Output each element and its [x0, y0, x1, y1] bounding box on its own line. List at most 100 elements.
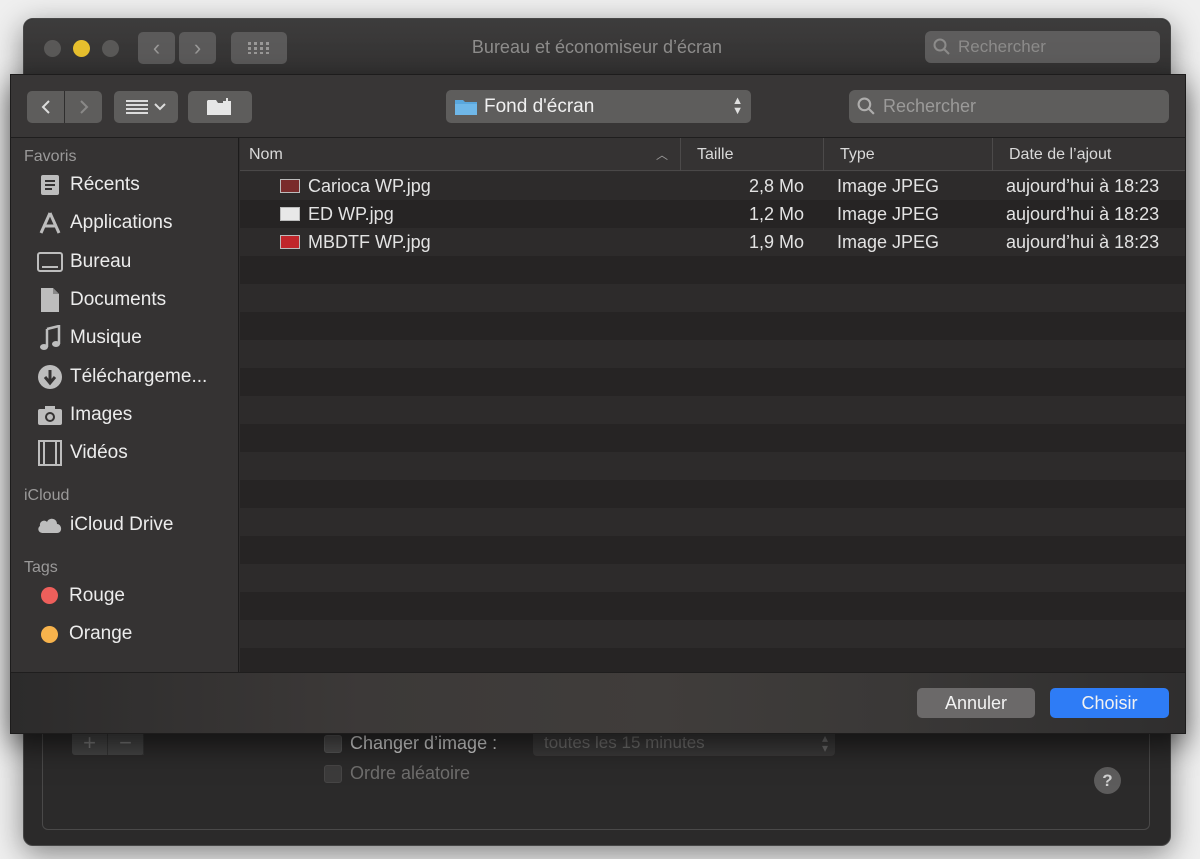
prefs-search-field[interactable]: Rechercher: [925, 31, 1160, 63]
jpeg-thumbnail-icon: [280, 235, 300, 249]
sidebar-item-desktop[interactable]: Bureau: [11, 243, 238, 281]
column-header-size[interactable]: Taille: [681, 138, 824, 171]
search-placeholder: Rechercher: [958, 37, 1046, 56]
sidebar-item-music[interactable]: Musique: [11, 319, 238, 357]
column-header-name[interactable]: Nom ︿: [240, 138, 681, 171]
random-order-label: Ordre aléatoire: [350, 763, 471, 783]
sidebar-item-label: Récents: [70, 174, 140, 196]
empty-row: [240, 592, 1185, 620]
orange-tag-dot: [41, 625, 58, 643]
sidebar-item-applications[interactable]: Applications: [11, 204, 238, 242]
file-date: aujourd’hui à 18:23: [1006, 175, 1160, 196]
file-size: 1,2 Mo: [749, 203, 805, 224]
sidebar-item-label: Documents: [70, 289, 167, 311]
location-popup[interactable]: Fond d'écran ▲ ▼: [446, 90, 751, 123]
film-icon: [36, 439, 64, 467]
empty-row: [240, 648, 1185, 674]
empty-row: [240, 424, 1185, 452]
search-placeholder: Rechercher: [883, 96, 977, 116]
file-row[interactable]: MBDTF WP.jpg 1,9 Mo Image JPEG aujourd’h…: [240, 228, 1185, 256]
file-name: ED WP.jpg: [308, 203, 394, 224]
empty-row: [240, 312, 1185, 340]
list-view-icon: [126, 100, 148, 114]
sidebar-item-label: iCloud Drive: [70, 513, 174, 535]
chevron-down-icon: [154, 103, 166, 111]
remove-folder-button[interactable]: −: [108, 730, 144, 755]
sidebar-item-label: Orange: [69, 623, 133, 645]
column-header-type[interactable]: Type: [824, 138, 993, 171]
column-label: Taille: [697, 145, 734, 163]
empty-row: [240, 564, 1185, 592]
chevron-right-icon: [79, 100, 88, 114]
random-order-option[interactable]: Ordre aléatoire: [324, 763, 470, 784]
favorites-heading: Favoris: [24, 148, 77, 165]
random-order-checkbox[interactable]: [324, 764, 342, 783]
forward-button[interactable]: [65, 91, 102, 123]
file-size: 1,9 Mo: [749, 231, 805, 252]
file-type: Image JPEG: [837, 175, 940, 196]
new-folder-button[interactable]: [188, 91, 252, 123]
dialog-toolbar: Fond d'écran ▲ ▼ Rechercher: [11, 75, 1185, 138]
sort-ascending-icon: ︿: [655, 148, 668, 162]
view-options-button[interactable]: [114, 91, 178, 123]
updown-arrows-icon: ▴ ▾: [821, 731, 828, 755]
column-header-row: Nom ︿ Taille Type Date de l’ajout: [240, 138, 1185, 171]
sidebar-item-tag-red[interactable]: Rouge: [11, 577, 238, 615]
file-name: Carioca WP.jpg: [308, 175, 431, 196]
sidebar-item-videos[interactable]: Vidéos: [11, 434, 238, 472]
column-label: Nom: [249, 145, 283, 163]
tags-heading: Tags: [24, 558, 58, 576]
camera-icon: [36, 401, 64, 429]
change-image-label: Changer d’image :: [350, 733, 498, 753]
change-image-option[interactable]: Changer d’image :: [324, 733, 497, 754]
location-label: Fond d'écran: [484, 95, 595, 117]
sidebar-item-label: Applications: [70, 212, 173, 234]
jpeg-thumbnail-icon: [280, 207, 300, 221]
download-icon: [36, 363, 64, 391]
sidebar-item-tag-orange[interactable]: Orange: [11, 615, 238, 653]
updown-arrows-icon: ▲ ▼: [732, 95, 743, 117]
document-icon: [36, 286, 64, 314]
interval-value: toutes les 15 minutes: [544, 733, 705, 752]
sidebar-item-label: Images: [70, 403, 133, 425]
column-header-date-added[interactable]: Date de l’ajout: [993, 138, 1185, 171]
applications-icon: [36, 209, 64, 237]
sidebar-item-recents[interactable]: Récents: [11, 166, 238, 204]
sidebar-item-downloads[interactable]: Téléchargeme...: [11, 357, 238, 395]
navigation-buttons: [27, 91, 102, 123]
choose-button[interactable]: Choisir: [1050, 688, 1169, 718]
jpeg-thumbnail-icon: [280, 179, 300, 193]
file-row[interactable]: ED WP.jpg 1,2 Mo Image JPEG aujourd’hui …: [240, 200, 1185, 228]
empty-row: [240, 340, 1185, 368]
sidebar-item-label: Rouge: [69, 584, 125, 606]
cancel-button[interactable]: Annuler: [917, 688, 1035, 718]
sidebar-item-label: Vidéos: [70, 442, 128, 464]
column-label: Date de l’ajout: [1009, 145, 1112, 163]
open-dialog: Fond d'écran ▲ ▼ Rechercher Favoris Récen…: [10, 74, 1186, 734]
column-label: Type: [840, 145, 875, 163]
background-titlebar: ‹ › Bureau et économiseur d’écran Recher…: [24, 19, 1170, 76]
file-date: aujourd’hui à 18:23: [1006, 231, 1160, 252]
file-name: MBDTF WP.jpg: [308, 231, 431, 252]
file-size: 2,8 Mo: [749, 175, 805, 196]
file-row[interactable]: Carioca WP.jpg 2,8 Mo Image JPEG aujourd…: [240, 172, 1185, 200]
add-folder-button[interactable]: +: [72, 730, 108, 755]
file-rows: Carioca WP.jpg 2,8 Mo Image JPEG aujourd…: [240, 172, 1185, 674]
empty-row: [240, 368, 1185, 396]
folder-icon: [455, 100, 477, 115]
new-folder-icon: [207, 98, 231, 115]
sidebar-item-documents[interactable]: Documents: [11, 281, 238, 319]
empty-row: [240, 480, 1185, 508]
sidebar-item-label: Musique: [70, 327, 142, 349]
empty-row: [240, 536, 1185, 564]
sidebar-item-icloud-drive[interactable]: iCloud Drive: [11, 505, 238, 543]
dialog-search-field[interactable]: Rechercher: [849, 90, 1169, 123]
empty-row: [240, 508, 1185, 536]
file-list: Nom ︿ Taille Type Date de l’ajout Carioc…: [240, 138, 1185, 674]
chevron-left-icon: [41, 100, 50, 114]
back-button[interactable]: [27, 91, 65, 123]
file-date: aujourd’hui à 18:23: [1006, 203, 1160, 224]
change-image-checkbox[interactable]: [324, 734, 342, 753]
sidebar-item-pictures[interactable]: Images: [11, 396, 238, 434]
help-button[interactable]: ?: [1094, 767, 1121, 794]
